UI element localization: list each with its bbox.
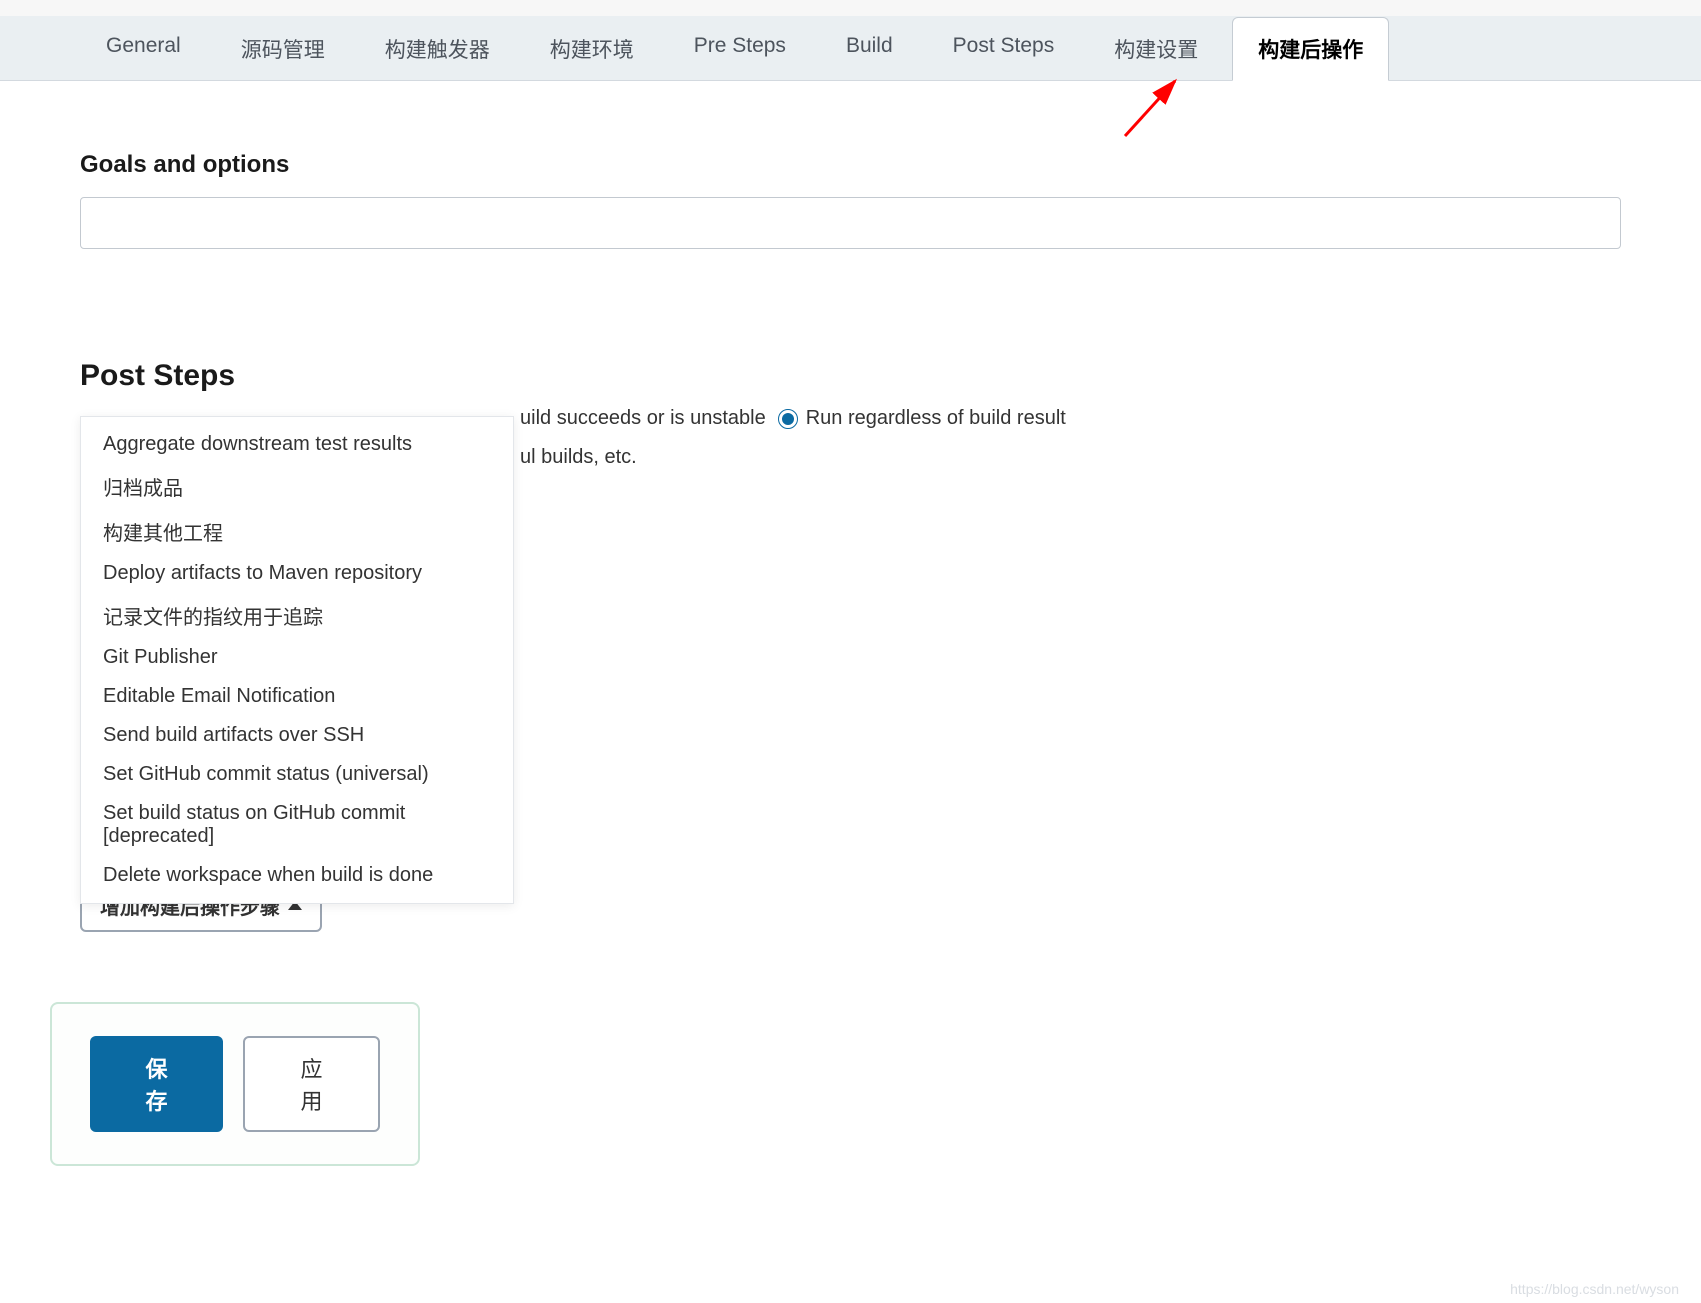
post-steps-title: Post Steps bbox=[80, 359, 1621, 393]
radio-run-regardless-input[interactable] bbox=[778, 409, 798, 429]
menu-github-status[interactable]: Set GitHub commit status (universal) bbox=[81, 755, 513, 794]
menu-send-ssh[interactable]: Send build artifacts over SSH bbox=[81, 716, 513, 755]
menu-delete-workspace[interactable]: Delete workspace when build is done bbox=[81, 856, 513, 895]
post-steps-help: ul builds, etc. bbox=[520, 446, 1621, 469]
add-post-build-menu: Aggregate downstream test results 归档成品 构… bbox=[80, 416, 514, 904]
post-steps-radio-row: uild succeeds or is unstable Run regardl… bbox=[520, 407, 1621, 430]
menu-git-publisher[interactable]: Git Publisher bbox=[81, 638, 513, 677]
tab-post-steps[interactable]: Post Steps bbox=[927, 17, 1081, 81]
tab-post-build-actions[interactable]: 构建后操作 bbox=[1232, 17, 1389, 81]
goals-label: Goals and options bbox=[80, 151, 1621, 179]
menu-email-notification[interactable]: Editable Email Notification bbox=[81, 677, 513, 716]
tab-scm[interactable]: 源码管理 bbox=[215, 17, 351, 81]
menu-archive-artifacts[interactable]: 归档成品 bbox=[81, 464, 513, 509]
menu-github-status-deprecated[interactable]: Set build status on GitHub commit [depre… bbox=[81, 794, 513, 856]
tab-pre-steps[interactable]: Pre Steps bbox=[668, 17, 812, 81]
radio-opt2-partial: uild succeeds or is unstable bbox=[520, 407, 766, 430]
goals-input[interactable] bbox=[80, 197, 1621, 249]
menu-fingerprint[interactable]: 记录文件的指纹用于追踪 bbox=[81, 593, 513, 638]
footer-actions: 保存 应用 bbox=[50, 1002, 420, 1166]
tab-general[interactable]: General bbox=[80, 17, 207, 81]
radio-run-regardless-label: Run regardless of build result bbox=[806, 407, 1066, 430]
tab-build[interactable]: Build bbox=[820, 17, 919, 81]
tab-triggers[interactable]: 构建触发器 bbox=[359, 17, 516, 81]
menu-aggregate-tests[interactable]: Aggregate downstream test results bbox=[81, 425, 513, 464]
apply-button[interactable]: 应用 bbox=[243, 1036, 380, 1132]
annotation-arrow-tab bbox=[1120, 71, 1200, 141]
content-area: Goals and options Post Steps uild succee… bbox=[0, 81, 1701, 952]
watermark: https://blog.csdn.net/wyson bbox=[1510, 1281, 1679, 1297]
menu-deploy-maven[interactable]: Deploy artifacts to Maven repository bbox=[81, 554, 513, 593]
tab-build-settings[interactable]: 构建设置 bbox=[1088, 17, 1224, 81]
save-button[interactable]: 保存 bbox=[90, 1036, 223, 1132]
menu-build-other[interactable]: 构建其他工程 bbox=[81, 509, 513, 554]
config-tabs: General 源码管理 构建触发器 构建环境 Pre Steps Build … bbox=[0, 16, 1701, 81]
radio-run-regardless[interactable]: Run regardless of build result bbox=[778, 407, 1066, 430]
tab-build-env[interactable]: 构建环境 bbox=[524, 17, 660, 81]
